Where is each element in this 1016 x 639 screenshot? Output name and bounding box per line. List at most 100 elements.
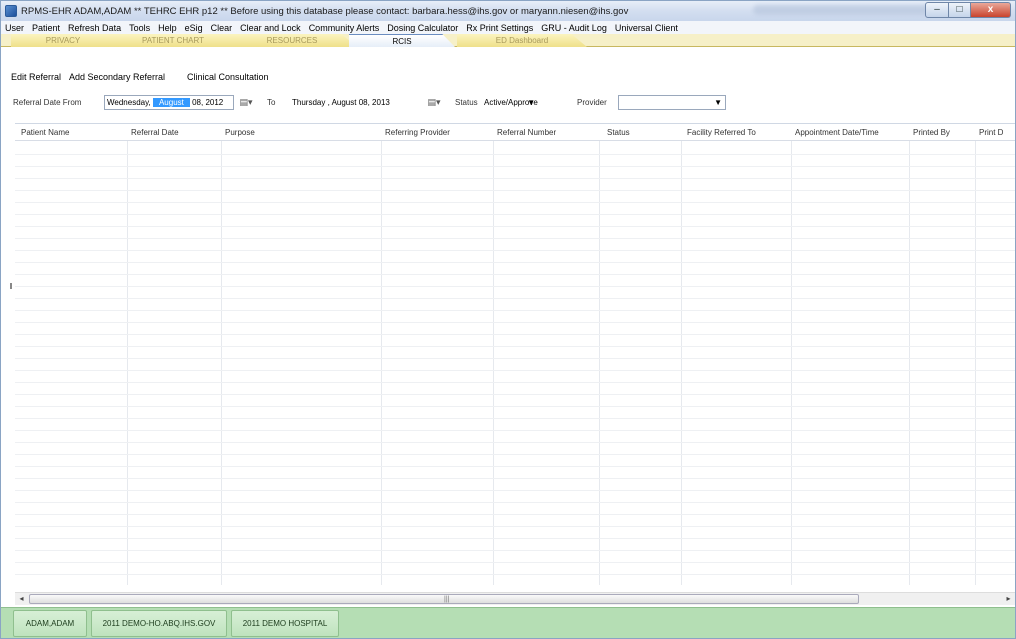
column-divider: [221, 124, 222, 585]
grid-row-line: [15, 418, 1015, 419]
column-header-patient-name[interactable]: Patient Name: [21, 128, 69, 137]
menu-patient[interactable]: Patient: [32, 23, 60, 33]
to-label: To: [267, 98, 276, 107]
column-divider: [681, 124, 682, 585]
clinical-consultation-button[interactable]: Clinical Consultation: [187, 72, 269, 82]
grid-row-line: [15, 394, 1015, 395]
grid-row-line: [15, 178, 1015, 179]
menu-help[interactable]: Help: [158, 23, 177, 33]
chevron-down-icon: ▼: [714, 98, 722, 107]
referral-date-from-label: Referral Date From: [13, 98, 82, 107]
grid-row-line: [15, 466, 1015, 467]
status-dropdown[interactable]: Active/Approve ▼: [481, 95, 539, 110]
column-divider: [493, 124, 494, 585]
menu-tools[interactable]: Tools: [129, 23, 150, 33]
maximize-button[interactable]: □: [949, 2, 971, 18]
horizontal-scrollbar[interactable]: ◂ ||| ▸: [15, 592, 1015, 605]
date-from-month-selected: August: [152, 98, 190, 107]
status-server[interactable]: 2011 DEMO-HO.ABQ.IHS.GOV: [91, 610, 227, 637]
tab-ed-dashboard[interactable]: ED Dashboard: [457, 34, 587, 47]
grid-row-line: [15, 298, 1015, 299]
column-divider: [975, 124, 976, 585]
menu-rx-print-settings[interactable]: Rx Print Settings: [466, 23, 533, 33]
scrollbar-thumb[interactable]: |||: [29, 594, 859, 604]
grid-row-line: [15, 574, 1015, 575]
menu-clear[interactable]: Clear: [211, 23, 233, 33]
scroll-right-icon[interactable]: ▸: [1002, 593, 1015, 605]
grid-row-line: [15, 262, 1015, 263]
add-secondary-referral-button[interactable]: Add Secondary Referral: [69, 72, 165, 82]
title-bar[interactable]: RPMS-EHR ADAM,ADAM ** TEHRC EHR p12 ** B…: [1, 1, 1015, 21]
grid-row-line: [15, 166, 1015, 167]
scroll-left-icon[interactable]: ◂: [15, 593, 28, 605]
edit-referral-button[interactable]: Edit Referral: [11, 72, 61, 82]
grid-row-line: [15, 274, 1015, 275]
grid-row-line: [15, 214, 1015, 215]
grid-row-line: [15, 526, 1015, 527]
calendar-to-icon[interactable]: ▤▾: [425, 95, 443, 110]
column-divider: [791, 124, 792, 585]
date-from-picker[interactable]: Wednesday, August 08, 2012: [104, 95, 234, 110]
grip-icon: |||: [444, 596, 450, 603]
calendar-from-icon[interactable]: ▤▾: [237, 95, 255, 110]
menu-clear-and-lock[interactable]: Clear and Lock: [240, 23, 301, 33]
grid-row-line: [15, 202, 1015, 203]
grid-row-line: [15, 334, 1015, 335]
grid-row-line: [15, 406, 1015, 407]
filter-row: Referral Date From Wednesday, August 08,…: [1, 94, 1015, 114]
grid-row-line: [15, 370, 1015, 371]
column-divider: [909, 124, 910, 585]
column-divider: [127, 124, 128, 585]
grid-row-line: [15, 190, 1015, 191]
grid-row-line: [15, 310, 1015, 311]
minimize-button[interactable]: –: [925, 2, 949, 18]
provider-label: Provider: [577, 98, 607, 107]
menu-user[interactable]: User: [5, 23, 24, 33]
column-header-status[interactable]: Status: [607, 128, 630, 137]
grid-row-line: [15, 550, 1015, 551]
grid-row-line: [15, 286, 1015, 287]
column-header-appointment-date-time[interactable]: Appointment Date/Time: [795, 128, 879, 137]
menu-universal-client[interactable]: Universal Client: [615, 23, 678, 33]
app-icon: [5, 5, 17, 17]
menu-community-alerts[interactable]: Community Alerts: [309, 23, 380, 33]
column-header-referral-date[interactable]: Referral Date: [131, 128, 179, 137]
grid-row-line: [15, 442, 1015, 443]
grid-header: Patient Name Referral Date Purpose Refer…: [15, 124, 1015, 141]
splitter-grip[interactable]: [10, 283, 12, 289]
grid-row-line: [15, 430, 1015, 431]
date-to-picker[interactable]: Thursday , August 08, 2013: [289, 95, 423, 110]
menu-gru-audit-log[interactable]: GRU - Audit Log: [541, 23, 607, 33]
tab-rcis[interactable]: RCIS: [349, 34, 455, 47]
menu-refresh-data[interactable]: Refresh Data: [68, 23, 121, 33]
column-header-referral-number[interactable]: Referral Number: [497, 128, 556, 137]
blurred-title-area: [753, 5, 933, 15]
menu-esig[interactable]: eSig: [185, 23, 203, 33]
status-bar: ADAM,ADAM 2011 DEMO-HO.ABQ.IHS.GOV 2011 …: [1, 607, 1015, 638]
date-from-rest: 08, 2012: [192, 98, 224, 107]
menu-bar: User Patient Refresh Data Tools Help eSi…: [1, 21, 1015, 34]
tab-bar: PRIVACY PATIENT CHART RESOURCES RCIS ED …: [1, 34, 1015, 47]
status-user[interactable]: ADAM,ADAM: [13, 610, 87, 637]
grid-row-line: [15, 514, 1015, 515]
tab-resources[interactable]: RESOURCES: [227, 34, 357, 47]
column-header-printed-by[interactable]: Printed By: [913, 128, 950, 137]
grid-row-line: [15, 346, 1015, 347]
status-facility[interactable]: 2011 DEMO HOSPITAL: [231, 610, 339, 637]
column-header-purpose[interactable]: Purpose: [225, 128, 255, 137]
column-header-facility-referred-to[interactable]: Facility Referred To: [687, 128, 756, 137]
provider-dropdown[interactable]: ▼: [618, 95, 726, 110]
tab-privacy[interactable]: PRIVACY: [11, 34, 115, 47]
grid-row-line: [15, 454, 1015, 455]
window-title: RPMS-EHR ADAM,ADAM ** TEHRC EHR p12 ** B…: [21, 5, 629, 17]
column-header-referring-provider[interactable]: Referring Provider: [385, 128, 450, 137]
grid-row-line: [15, 322, 1015, 323]
grid-row-line: [15, 154, 1015, 155]
column-header-print-date[interactable]: Print D: [979, 128, 1003, 137]
column-divider: [599, 124, 600, 585]
close-button[interactable]: x: [971, 2, 1011, 18]
menu-dosing-calculator[interactable]: Dosing Calculator: [387, 23, 458, 33]
status-label: Status: [455, 98, 478, 107]
tab-patient-chart[interactable]: PATIENT CHART: [103, 34, 243, 47]
referrals-grid[interactable]: Patient Name Referral Date Purpose Refer…: [15, 123, 1015, 585]
